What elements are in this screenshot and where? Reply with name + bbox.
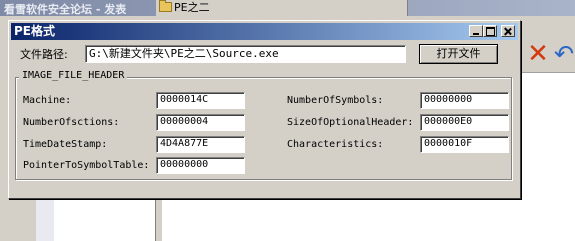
file-path-label: 文件路径: [20, 48, 68, 61]
open-file-button[interactable]: 打开文件 [419, 44, 498, 64]
undo-icon[interactable]: ↶ [554, 40, 575, 68]
size-of-optional-header-field[interactable]: 000000E0 [420, 114, 509, 131]
delete-icon[interactable]: ✕ [524, 40, 552, 68]
pe-format-dialog: PE格式 文件路径: G:\新建文件夹\PE之二\Source.exe 打开文件… [8, 20, 521, 199]
machine-field[interactable]: 0000014C [156, 92, 245, 109]
background-tab-label: PE之二 [174, 1, 210, 14]
pointer-to-symbol-table-field[interactable]: 00000000 [156, 157, 245, 174]
time-date-stamp-label: TimeDateStamp: [23, 139, 108, 150]
close-button[interactable] [501, 25, 515, 37]
characteristics-field[interactable]: 0000010F [420, 136, 509, 153]
characteristics-label: Characteristics: [287, 139, 384, 150]
time-date-stamp-field[interactable]: 4D4A877E [156, 136, 245, 153]
dialog-titlebar[interactable]: PE格式 [11, 23, 518, 40]
number-of-symbols-label: NumberOfSymbols: [287, 95, 384, 106]
number-of-symbols-field[interactable]: 00000000 [420, 92, 509, 109]
folder-icon [159, 0, 172, 12]
size-of-optional-header-label: SizeOfOptionalHeader: [287, 117, 414, 128]
group-title: IMAGE_FILE_HEADER [19, 70, 128, 82]
machine-label: Machine: [23, 95, 72, 106]
background-window-title: 看雪软件安全论坛 - 发表 [4, 3, 127, 16]
file-path-input[interactable]: G:\新建文件夹\PE之二\Source.exe [85, 45, 406, 63]
number-of-sections-field[interactable]: 00000004 [156, 114, 245, 131]
pointer-to-symbol-table-label: PointerToSymbolTable: [23, 160, 150, 171]
background-tab-pe2[interactable]: PE之二 [156, 0, 408, 16]
dialog-title: PE格式 [14, 24, 55, 38]
minimize-button[interactable] [469, 25, 483, 37]
maximize-button[interactable] [483, 25, 497, 37]
number-of-sections-label: NumberOfsctions: [23, 117, 120, 128]
